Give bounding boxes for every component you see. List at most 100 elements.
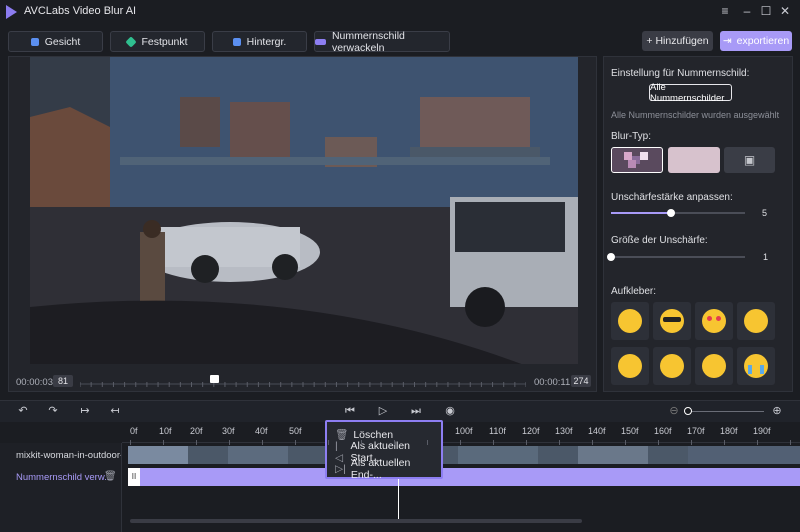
ruler-tick (691, 440, 692, 445)
size-slider[interactable] (611, 256, 745, 258)
tab-label: Nummernschild verwackeln (331, 29, 405, 54)
blur-type-gaussian[interactable] (668, 147, 720, 173)
size-label: Größe der Unschärfe: (611, 235, 708, 246)
zoom-knob[interactable] (684, 407, 692, 415)
blur-type-mosaic[interactable] (611, 147, 663, 173)
scrub-handle[interactable] (209, 375, 219, 383)
track-handle[interactable]: II (128, 468, 140, 486)
ruler-tick (361, 440, 362, 445)
ruler-tick (559, 440, 560, 445)
strength-fill (611, 212, 672, 214)
tab-nummernschild[interactable]: Nummernschild verwackeln (314, 29, 450, 54)
undo-icon[interactable]: ↶ (16, 404, 30, 418)
ruler-tick (592, 440, 593, 445)
ruler-tick (394, 440, 395, 445)
menu-item-label: Als aktuellen End-... (350, 456, 411, 481)
tab-festpunkt[interactable]: Festpunkt (110, 31, 205, 52)
strength-slider[interactable] (611, 212, 745, 214)
ruler-tick (130, 440, 131, 445)
tongue-wink-emoji-icon (618, 354, 642, 378)
zoom-out-icon[interactable]: ⊖ (667, 404, 681, 418)
next-frame-icon[interactable]: ⏭ (409, 404, 423, 418)
ruler-tick (163, 440, 164, 445)
sticker-tongue-wink[interactable] (611, 347, 649, 385)
ruler-label: 190f (753, 426, 771, 436)
ruler-label: 160f (654, 426, 672, 436)
export-label: exportieren (736, 35, 790, 47)
ruler-label: 120f (522, 426, 540, 436)
end-frame-field[interactable]: 274 (571, 375, 591, 387)
ruler-label: 110f (489, 426, 506, 436)
strength-value: 5 (762, 208, 768, 218)
video-scene-image (30, 57, 578, 364)
ruler-label: 100f (455, 426, 473, 436)
smile-emoji-icon (618, 309, 642, 333)
app-title: AVCLabs Video Blur AI (24, 5, 137, 17)
current-frame-field[interactable]: 81 (53, 375, 73, 387)
redo-icon[interactable]: ↷ (46, 404, 60, 418)
sticker-grimace[interactable] (695, 347, 733, 385)
zoom-slider[interactable] (684, 411, 764, 412)
ruler-label: 140f (588, 426, 606, 436)
ruler-label: 20f (190, 426, 203, 436)
sticker-smile[interactable] (611, 302, 649, 340)
current-time: 00:00:03 (16, 377, 53, 388)
app-logo-icon (6, 5, 17, 19)
tab-label: Hintergr. (246, 35, 287, 48)
trash-icon[interactable]: 🗑 (104, 471, 117, 482)
set-start-icon: |◁ (335, 439, 344, 464)
background-icon (232, 37, 241, 46)
add-button[interactable]: + Hinzufügen (642, 31, 713, 51)
size-knob[interactable] (607, 253, 615, 261)
tab-hintergrund[interactable]: Hintergr. (212, 31, 307, 52)
ruler-label: 130f (555, 426, 573, 436)
settings-panel (603, 56, 793, 392)
ruler-label: 0f (130, 426, 138, 436)
eye-icon[interactable]: ◉ (443, 404, 457, 418)
ruler-tick (427, 440, 428, 445)
split-left-icon[interactable]: ↤ (108, 404, 122, 418)
eye-roll-emoji-icon (660, 354, 684, 378)
video-thumbnails (128, 446, 800, 464)
menu-item-set-end[interactable]: ▷| Als aktuellen End-... (327, 457, 441, 481)
sticker-crying[interactable] (737, 347, 775, 385)
horizontal-scrollbar[interactable] (130, 519, 582, 523)
close-icon[interactable]: ✕ (777, 3, 793, 19)
video-frame[interactable] (30, 57, 578, 364)
minimize-icon[interactable]: – (739, 3, 755, 19)
all-plates-button[interactable]: Alle Nummernschilder (649, 82, 732, 104)
ruler-label: 170f (687, 426, 705, 436)
zoom-in-icon[interactable]: ⊕ (770, 404, 784, 418)
image-blur-icon[interactable]: ▣ (724, 147, 775, 173)
sunglasses-emoji-icon (660, 309, 684, 333)
export-icon: ⇥ (722, 35, 732, 47)
crying-emoji-icon (744, 354, 768, 378)
sticker-heart-eyes[interactable] (695, 302, 733, 340)
selection-note: Alle Nummernschilder wurden ausgewählt (611, 110, 780, 120)
ruler-tick (526, 440, 527, 445)
split-right-icon[interactable]: ↦ (78, 404, 92, 418)
export-button[interactable]: ⇥ exportieren (720, 31, 792, 51)
set-end-icon: ▷| (335, 462, 346, 475)
sticker-eye-roll[interactable] (653, 347, 691, 385)
context-menu: 🗑 Löschen |◁ Als aktuellen Start... ▷| Als … (325, 420, 443, 481)
ruler-tick (757, 440, 758, 445)
plate-track-name: Nummernschild verw... (16, 472, 113, 483)
tab-gesicht[interactable]: Gesicht (8, 31, 103, 52)
ruler-label: 10f (159, 426, 172, 436)
scrub-bar[interactable] (79, 380, 527, 387)
point-icon (125, 35, 138, 48)
tab-label: Festpunkt (141, 35, 188, 48)
video-track[interactable] (128, 446, 800, 464)
plate-blur-track[interactable]: II (128, 468, 800, 486)
maximize-icon[interactable]: ☐ (758, 3, 774, 19)
prev-frame-icon[interactable]: ⏮ (343, 404, 357, 418)
play-icon[interactable]: ▷ (376, 404, 390, 418)
ruler-tick (625, 440, 626, 445)
menu-icon[interactable]: ≡ (717, 3, 733, 19)
end-time: 00:00:11 (534, 377, 571, 388)
size-value: 1 (763, 252, 769, 262)
sticker-sunglasses[interactable] (653, 302, 691, 340)
ruler-label: 150f (621, 426, 639, 436)
sticker-neutral[interactable] (737, 302, 775, 340)
